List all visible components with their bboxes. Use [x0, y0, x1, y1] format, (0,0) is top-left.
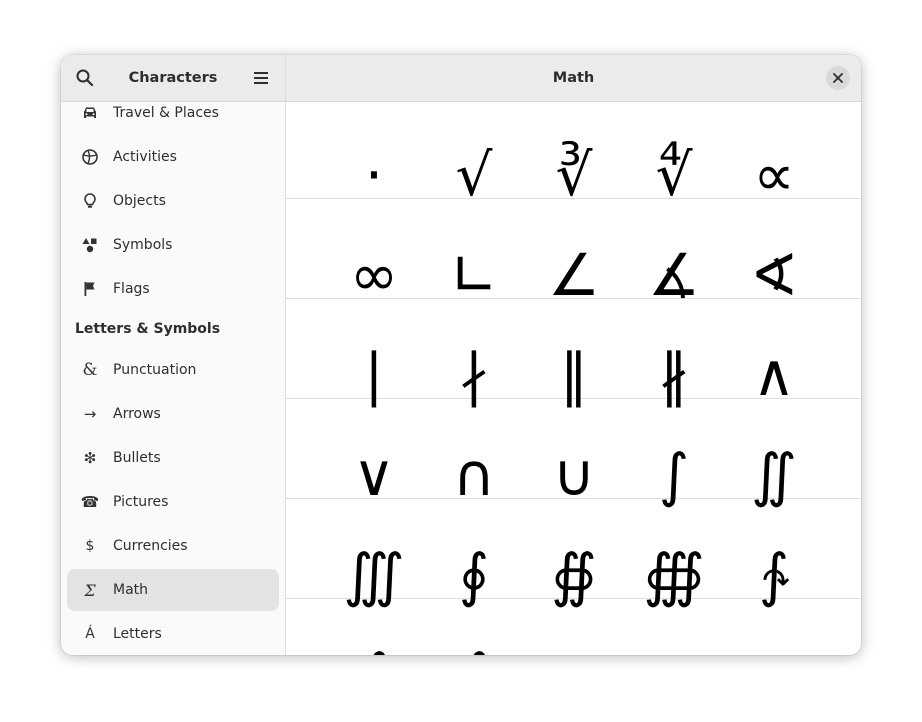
character-cell[interactable]: ∢ — [724, 225, 824, 325]
character-cell[interactable]: ∫ — [624, 425, 724, 525]
car-icon — [81, 104, 99, 122]
sidebar-item-label: Math — [113, 582, 149, 598]
category-list: Travel & Places Activities Objects Symbo… — [61, 102, 285, 655]
character-cell[interactable]: ∨ — [324, 425, 424, 525]
hamburger-menu-icon[interactable] — [251, 68, 271, 88]
telephone-icon: ☎ — [80, 493, 100, 511]
character-cell[interactable]: ∳ — [424, 625, 524, 655]
shapes-icon — [81, 236, 99, 254]
character-cell[interactable]: ∥ — [524, 325, 624, 425]
characters-window: Characters Travel & Places Activities Ob… — [61, 55, 861, 655]
main-header: Math — [286, 55, 861, 102]
sidebar-item-label: Objects — [113, 193, 166, 209]
close-button[interactable] — [826, 66, 850, 90]
sidebar-item-label: Activities — [113, 149, 177, 165]
character-cell[interactable]: ∲ — [324, 625, 424, 655]
letter-a-acute-icon: Á — [85, 626, 95, 642]
sidebar-item-pictures[interactable]: ☎ Pictures — [67, 481, 279, 523]
character-cell[interactable]: ∧ — [724, 325, 824, 425]
sidebar-item-label: Punctuation — [113, 362, 197, 378]
flag-icon — [81, 280, 99, 298]
character-cell[interactable]: ∜ — [624, 125, 724, 225]
character-cell[interactable]: ∤ — [424, 325, 524, 425]
character-cell[interactable]: ∪ — [524, 425, 624, 525]
bullet-icon: ❇ — [83, 449, 97, 467]
sidebar-item-label: Arrows — [113, 406, 161, 422]
character-cell[interactable]: ∭ — [324, 525, 424, 625]
sidebar-item-punctuation[interactable]: & Punctuation — [67, 349, 279, 391]
character-cell[interactable]: ∱ — [724, 525, 824, 625]
sidebar-item-label: Bullets — [113, 450, 161, 466]
sidebar-item-arrows[interactable]: → Arrows — [67, 393, 279, 435]
sidebar-item-label: Flags — [113, 281, 150, 297]
sidebar-item-symbols[interactable]: Symbols — [67, 224, 279, 266]
sidebar-header: Characters — [61, 55, 285, 102]
character-cell[interactable]: ∮ — [424, 525, 524, 625]
character-grid: · √ ∛ ∜ ∝ ∞ ∟ ∠ ∡ ∢ ∣ ∤ ∥ ∦ ∧ ∨ ∩ ∪ ∫ ∬ … — [286, 102, 861, 655]
arrow-right-icon: → — [83, 405, 97, 423]
character-cell[interactable]: ∠ — [524, 225, 624, 325]
sidebar-item-objects[interactable]: Objects — [67, 180, 279, 222]
close-icon — [833, 73, 843, 83]
sidebar-item-letters[interactable]: Á Letters — [67, 613, 279, 655]
sigma-icon: Σ — [84, 580, 96, 600]
sidebar-item-currencies[interactable]: $ Currencies — [67, 525, 279, 567]
section-header-letters-symbols: Letters & Symbols — [75, 321, 221, 337]
sidebar: Characters Travel & Places Activities Ob… — [61, 55, 286, 655]
character-cell[interactable]: ∟ — [424, 225, 524, 325]
character-cell[interactable]: · — [324, 125, 424, 225]
sidebar-item-activities[interactable]: Activities — [67, 136, 279, 178]
sidebar-item-flags[interactable]: Flags — [67, 268, 279, 310]
character-cell[interactable]: ∯ — [524, 525, 624, 625]
ball-icon — [81, 148, 99, 166]
ampersand-icon: & — [82, 360, 98, 380]
sidebar-item-math[interactable]: Σ Math — [67, 569, 279, 611]
character-cell[interactable]: ∡ — [624, 225, 724, 325]
sidebar-item-bullets[interactable]: ❇ Bullets — [67, 437, 279, 479]
sidebar-item-label: Travel & Places — [113, 105, 219, 121]
character-cell[interactable]: ∦ — [624, 325, 724, 425]
sidebar-item-travel-places[interactable]: Travel & Places — [67, 102, 279, 134]
sidebar-item-label: Currencies — [113, 538, 188, 554]
character-cell[interactable]: ∛ — [524, 125, 624, 225]
character-cell[interactable]: ∬ — [724, 425, 824, 525]
character-cell[interactable]: ∝ — [724, 125, 824, 225]
page-title: Math — [552, 70, 595, 86]
sidebar-item-label: Symbols — [113, 237, 173, 253]
character-cell[interactable]: ∣ — [324, 325, 424, 425]
lightbulb-icon — [81, 192, 99, 210]
dollar-icon: $ — [85, 538, 95, 554]
character-cell[interactable]: ∰ — [624, 525, 724, 625]
character-cell[interactable]: ∞ — [324, 225, 424, 325]
sidebar-item-label: Pictures — [113, 494, 169, 510]
character-cell[interactable]: ∩ — [424, 425, 524, 525]
character-cell[interactable]: √ — [424, 125, 524, 225]
sidebar-item-label: Letters — [113, 626, 162, 642]
main-panel: Math · √ ∛ ∜ ∝ ∞ ∟ ∠ ∡ ∢ ∣ ∤ ∥ ∦ ∧ ∨ ∩ ∪… — [286, 55, 861, 655]
